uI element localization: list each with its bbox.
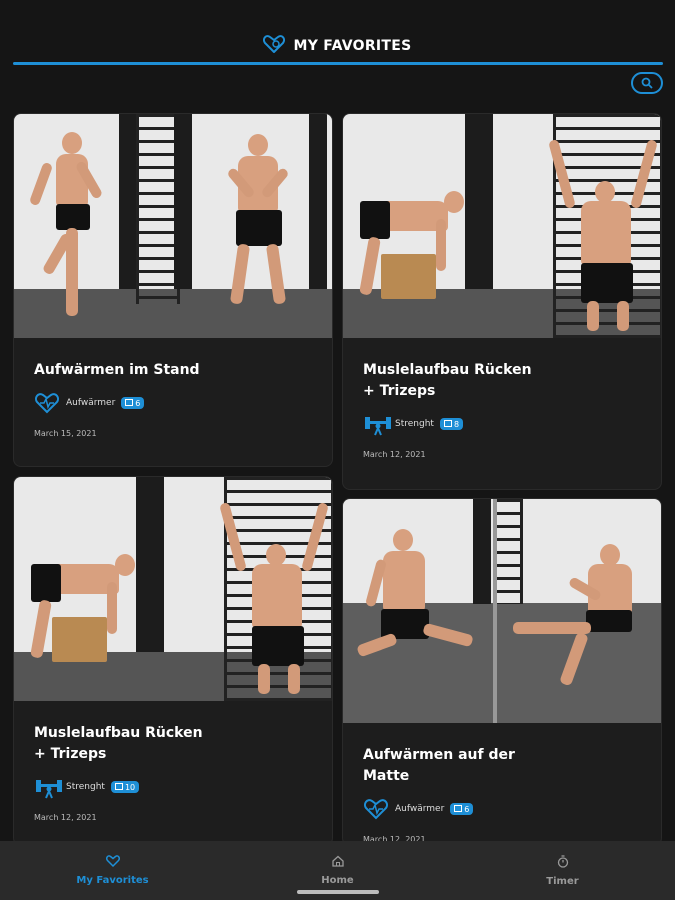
exercise-count-badge: 8 [439,418,464,430]
search-icon [641,74,653,93]
film-icon [454,804,463,814]
heart-icon [363,797,389,821]
exercise-count: 6 [135,398,141,408]
category-label: Aufwärmer [66,398,116,408]
card-date: March 12, 2021 [34,813,97,822]
workout-thumbnail [343,499,661,723]
film-icon [114,782,123,792]
workout-card[interactable]: Aufwärmen im Stand Aufwärmer 6 March 15,… [13,113,333,467]
heart-logo-icon [263,35,286,57]
nav-my-favorites[interactable]: My Favorites [0,841,225,900]
workout-thumbnail [14,477,332,701]
workout-thumbnail [343,114,661,338]
exercise-count-badge: 10 [110,781,140,793]
category-label: Strenght [66,782,105,792]
page-title: MY FAVORITES [293,38,412,54]
exercise-count: 6 [464,804,470,814]
dumbbell-icon [34,775,62,799]
dumbbell-icon [363,412,391,436]
heart-icon [34,391,60,415]
exercise-count: 8 [453,419,460,429]
card-title: Aufwärmen auf der Matte [363,747,515,784]
timer-icon [557,854,569,871]
home-icon [331,855,344,870]
exercise-count: 10 [124,782,136,792]
category-label: Aufwärmer [395,804,445,814]
card-title: Aufwärmen im Stand [34,362,200,378]
header-divider [13,62,663,65]
nav-timer[interactable]: Timer [450,841,675,900]
home-indicator [297,890,379,894]
nav-label: My Favorites [76,875,149,886]
workout-card[interactable]: Muslelaufbau Rücken + Trizeps Strenght 8… [342,113,662,490]
card-title: Muslelaufbau Rücken + Trizeps [363,362,532,399]
card-title: Muslelaufbau Rücken + Trizeps [34,725,203,762]
exercise-count-badge: 6 [121,397,145,409]
workout-card[interactable]: Aufwärmen auf der Matte Aufwärmer 6 Marc… [342,498,662,846]
film-icon [443,419,452,429]
category-label: Strenght [395,419,434,429]
film-icon [125,398,134,408]
search-button[interactable] [631,72,663,94]
nav-label: Timer [546,875,579,887]
exercise-count-badge: 6 [450,803,474,815]
workout-thumbnail [14,114,332,338]
card-date: March 12, 2021 [363,450,426,459]
heart-icon [105,855,120,870]
card-date: March 15, 2021 [34,429,97,438]
header: MY FAVORITES [0,0,675,66]
nav-label: Home [321,875,354,886]
workout-card[interactable]: Muslelaufbau Rücken + Trizeps Strenght 1… [13,476,333,846]
